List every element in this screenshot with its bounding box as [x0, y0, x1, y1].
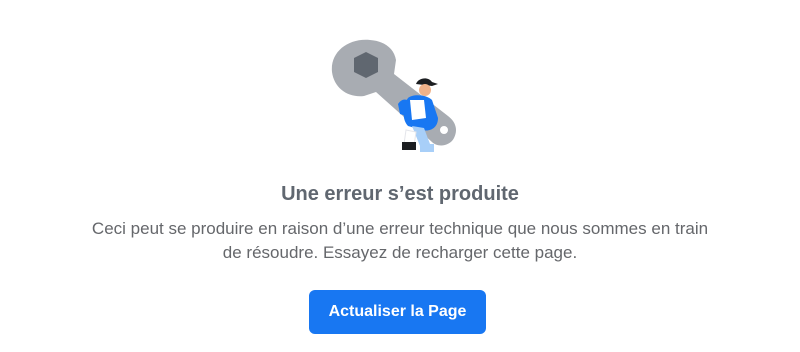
error-title: Une erreur s’est produite: [281, 183, 519, 205]
wrench-worker-illustration: [331, 39, 456, 152]
error-message-line-1: Ceci peut se produire en raison d’une er…: [91, 219, 709, 238]
error-message-line-2: de résoudre. Essayez de recharger cette …: [222, 243, 578, 262]
error-page: Une erreur s’est produite Ceci peut se p…: [0, 0, 800, 352]
reload-page-button[interactable]: Actualiser la Page: [309, 290, 486, 334]
error-message: Ceci peut se produire en raison d’une er…: [0, 217, 800, 265]
wrench-icon: [331, 39, 456, 146]
